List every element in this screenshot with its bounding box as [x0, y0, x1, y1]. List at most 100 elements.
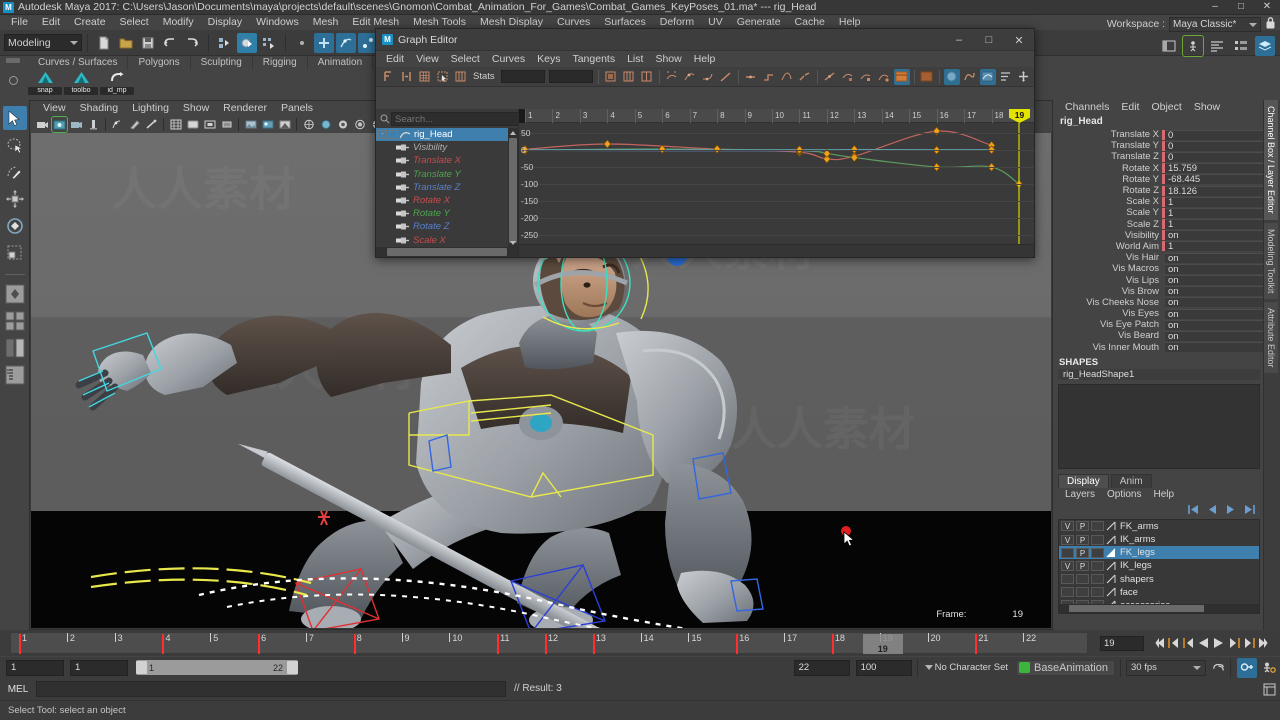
animation-layer-indicator[interactable]: BaseAnimation: [1016, 660, 1115, 676]
center-view-icon[interactable]: [639, 69, 655, 85]
layer-visibility-toggle[interactable]: V: [1061, 521, 1074, 531]
channel-box-row[interactable]: Rotate Z18.126: [1055, 185, 1263, 196]
viewport-menu-panels[interactable]: Panels: [274, 101, 320, 116]
layer-name[interactable]: FK_legs: [1120, 547, 1155, 558]
graph-editor-close-button[interactable]: ✕: [1004, 29, 1034, 51]
scroll-thumb[interactable]: [387, 248, 507, 256]
shelf-tab-polygons[interactable]: Polygons: [128, 56, 190, 70]
close-button[interactable]: ✕: [1254, 0, 1280, 15]
channel-box-row[interactable]: Vis Inner Mouthon: [1055, 342, 1263, 353]
scroll-down-arrow[interactable]: [509, 238, 517, 247]
layer-visibility-toggle[interactable]: [1061, 548, 1074, 558]
channel-box-row[interactable]: Visibilityon: [1055, 230, 1263, 241]
vertical-tab-modeling-toolkit[interactable]: Modeling Toolkit: [1264, 223, 1278, 299]
outliner-hscrollbar[interactable]: [376, 247, 518, 257]
time-snap-icon[interactable]: [919, 69, 935, 85]
layer-display-type-toggle[interactable]: [1091, 521, 1104, 531]
snap-to-curve-button[interactable]: [336, 33, 356, 53]
display-layer-row[interactable]: face: [1059, 586, 1259, 599]
move-nearest-picked-key-icon[interactable]: [380, 69, 396, 85]
auto-tangent-icon[interactable]: [664, 69, 680, 85]
go-to-start-icon[interactable]: [1152, 635, 1165, 651]
channel-attribute-value[interactable]: 1: [1165, 197, 1263, 207]
shelf-options-icon[interactable]: [9, 76, 18, 85]
layer-playback-toggle[interactable]: P: [1076, 521, 1089, 531]
denormalize-curves-icon[interactable]: [998, 69, 1014, 85]
outliner-channel-row[interactable]: Scale X: [376, 234, 508, 247]
layer-color-swatch[interactable]: [1106, 535, 1117, 545]
channel-box-row[interactable]: Rotate X15.759: [1055, 163, 1263, 174]
normalized-curves-icon[interactable]: [980, 69, 996, 85]
smooth-shade-selected-icon[interactable]: [202, 117, 217, 132]
frame-all-icon[interactable]: [603, 69, 619, 85]
texture-display-icon[interactable]: [243, 117, 258, 132]
play-backwards-icon[interactable]: [1197, 635, 1210, 651]
channel-box-row[interactable]: Vis Hairon: [1055, 252, 1263, 263]
graph-editor-menu-show[interactable]: Show: [649, 51, 687, 67]
channel-box-row[interactable]: Vis Macroson: [1055, 263, 1263, 274]
shelf-grip-handle[interactable]: [6, 58, 20, 63]
channel-box-menu-show[interactable]: Show: [1188, 100, 1226, 115]
open-scene-button[interactable]: [116, 33, 136, 53]
layer-color-swatch[interactable]: [1106, 587, 1117, 597]
layer-name[interactable]: IK_arms: [1120, 534, 1155, 545]
channel-box-row[interactable]: Vis Beardon: [1055, 330, 1263, 341]
keyframe-marker[interactable]: [604, 140, 611, 148]
plateau-tangent-icon[interactable]: [779, 69, 795, 85]
layer-visibility-toggle[interactable]: V: [1061, 535, 1074, 545]
layer-move-top-icon[interactable]: [1187, 504, 1201, 516]
graph-editor-menu-view[interactable]: View: [410, 51, 445, 67]
save-scene-button[interactable]: [138, 33, 158, 53]
insert-keys-icon[interactable]: [398, 69, 414, 85]
outliner-channel-row[interactable]: Rotate Z: [376, 220, 508, 233]
channel-attribute-value[interactable]: 18.126: [1165, 186, 1263, 196]
outliner-channel-row[interactable]: Rotate X: [376, 194, 508, 207]
channel-attribute-value[interactable]: on: [1165, 320, 1263, 330]
channel-box-menu-channels[interactable]: Channels: [1059, 100, 1115, 115]
viewport-menu-view[interactable]: View: [36, 101, 73, 116]
time-slider[interactable]: 1234567891011121314151617181920212219: [0, 630, 1096, 656]
character-set-label[interactable]: No Character Set: [935, 662, 1008, 673]
free-tangent-weight-icon[interactable]: [840, 69, 856, 85]
viewport-menu-shading[interactable]: Shading: [73, 101, 126, 116]
outliner-root-node[interactable]: -rig_Head: [376, 128, 508, 141]
scroll-thumb[interactable]: [509, 138, 517, 243]
scale-tool[interactable]: [3, 241, 27, 265]
layer-color-swatch[interactable]: [1106, 574, 1117, 584]
display-layer-row[interactable]: PFK_legs: [1059, 546, 1259, 559]
outliner-channel-row[interactable]: Translate X: [376, 154, 508, 167]
playback-speed-dropdown[interactable]: 30 fps: [1126, 660, 1206, 676]
clamped-tangent-icon[interactable]: [700, 69, 716, 85]
shelf-tab-curves-surfaces[interactable]: Curves / Surfaces: [28, 56, 128, 70]
hud-toggle-icon[interactable]: [1183, 36, 1203, 56]
layer-move-down-icon[interactable]: [1223, 504, 1237, 516]
step-back-frame-icon[interactable]: [1182, 635, 1195, 651]
graph-editor-menu-curves[interactable]: Curves: [486, 51, 531, 67]
channel-attribute-value[interactable]: on: [1165, 331, 1263, 341]
step-forward-frame-icon[interactable]: [1227, 635, 1240, 651]
animation-start-time-field[interactable]: 1: [6, 660, 64, 676]
channel-attribute-value[interactable]: 0: [1165, 152, 1263, 162]
step-back-key-icon[interactable]: [1167, 635, 1180, 651]
channel-box-row[interactable]: Scale X1: [1055, 196, 1263, 207]
layer-playback-toggle[interactable]: P: [1076, 535, 1089, 545]
xray-joints-icon[interactable]: [318, 117, 333, 132]
new-scene-button[interactable]: [94, 33, 114, 53]
range-start-handle[interactable]: [136, 661, 147, 674]
graph-editor-menu-select[interactable]: Select: [445, 51, 486, 67]
channel-box-row[interactable]: World Aim1: [1055, 241, 1263, 252]
layer-display-type-toggle[interactable]: [1091, 587, 1104, 597]
rotate-tool[interactable]: [3, 214, 27, 238]
image-plane-icon[interactable]: [86, 117, 101, 132]
menu-item-windows[interactable]: Windows: [249, 15, 306, 30]
display-layer-row[interactable]: VP IK_arms: [1059, 533, 1259, 546]
layer-editor-tab-anim[interactable]: Anim: [1111, 474, 1152, 488]
four-view-layout-button[interactable]: [3, 309, 27, 333]
layer-color-swatch[interactable]: [1106, 521, 1117, 531]
layer-list-hscrollbar[interactable]: [1059, 604, 1259, 613]
channel-box-menu-object[interactable]: Object: [1145, 100, 1187, 115]
snap-disabled-dot-icon[interactable]: [292, 33, 312, 53]
outliner-channel-row[interactable]: Translate Y: [376, 168, 508, 181]
graph-editor-menu-help[interactable]: Help: [688, 51, 722, 67]
layer-display-type-toggle[interactable]: [1091, 548, 1104, 558]
